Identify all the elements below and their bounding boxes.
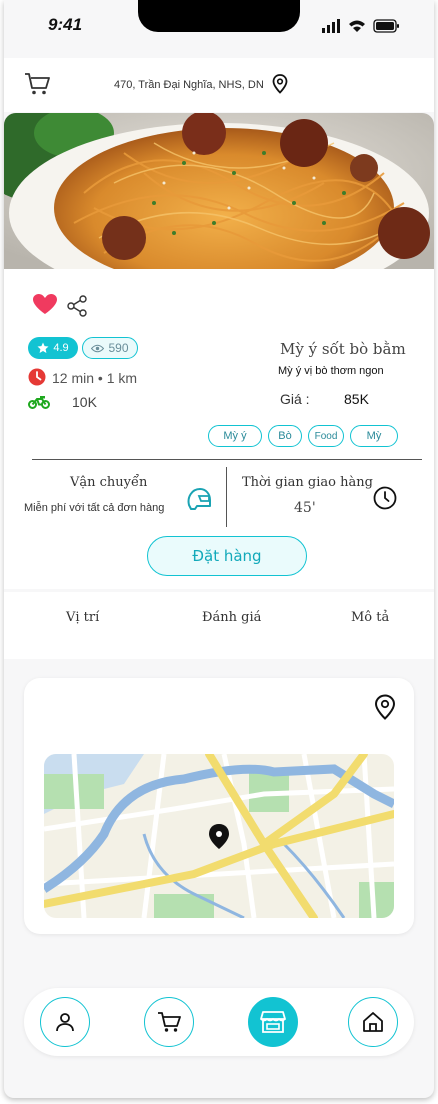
tag-chip[interactable]: Mỳ ý (208, 425, 262, 447)
nav-cart-button[interactable] (144, 997, 194, 1047)
user-icon (56, 1013, 74, 1032)
location-pin-icon[interactable] (374, 694, 396, 720)
views-count: 590 (108, 341, 129, 355)
star-icon (37, 342, 49, 353)
clock-icon (28, 368, 46, 386)
top-header: 470, Trần Đại Nghĩa, NHS, DN (4, 58, 434, 112)
cart-icon (158, 1012, 181, 1032)
shipping-fee: 10K (72, 394, 97, 410)
status-icons (322, 19, 399, 33)
order-button[interactable]: Đặt hàng (147, 536, 307, 576)
heart-icon[interactable] (32, 293, 58, 315)
home-icon (363, 1012, 383, 1032)
product-price: 85K (344, 391, 369, 407)
nav-home-button[interactable] (348, 997, 398, 1047)
product-description: Mỳ ý vị bò thơm ngon (278, 365, 384, 377)
product-name: Mỳ ý sốt bò bằm (280, 340, 406, 358)
rating-badge: 4.9 (28, 337, 78, 359)
street-map (44, 754, 394, 918)
phone-screen: 9:41 470, Trần Đại Nghĩa, NHS, DN 4.9 59… (4, 0, 434, 1098)
nav-profile-button[interactable] (40, 997, 90, 1047)
rating-value: 4.9 (53, 342, 69, 354)
tag-chip[interactable]: Food (308, 425, 344, 447)
nav-store-button[interactable] (248, 997, 298, 1047)
status-time: 9:41 (48, 15, 83, 34)
tag-chip[interactable]: Bò (268, 425, 302, 447)
product-info-panel: 4.9 590 12 min • 1 km 10K Mỳ ý sốt bò bằ… (4, 269, 434, 589)
location-pin-icon[interactable] (272, 74, 288, 94)
delivery-time-title: Thời gian giao hàng (242, 475, 373, 490)
bottom-nav (24, 988, 414, 1056)
cart-icon[interactable] (24, 72, 50, 96)
shipping-title: Vận chuyển (70, 475, 148, 490)
price-label: Giá : (280, 391, 310, 407)
product-image (4, 113, 434, 269)
tag-chip[interactable]: Mỳ (350, 425, 398, 447)
store-icon (260, 1011, 286, 1033)
location-card (24, 678, 414, 934)
delivery-address[interactable]: 470, Trần Đại Nghĩa, NHS, DN (114, 79, 264, 91)
clock-outline-icon (373, 486, 397, 510)
tag-list: Mỳ ý Bò Food Mỳ (208, 425, 398, 447)
helmet-icon (187, 488, 211, 510)
vertical-divider (226, 467, 227, 527)
tab-bar: Vị trí Đánh giá Mô tả (4, 592, 434, 659)
tab-reviews[interactable]: Đánh giá (202, 610, 261, 625)
divider (32, 459, 422, 460)
tab-location[interactable]: Vị trí (66, 610, 99, 625)
delivery-eta: 12 min • 1 km (52, 370, 138, 386)
shipping-subtitle: Miễn phí với tất cả đơn hàng (24, 502, 165, 514)
motorbike-icon (28, 396, 50, 409)
map-view[interactable] (44, 754, 394, 918)
delivery-time-value: 45' (294, 500, 316, 516)
views-badge: 590 (82, 337, 138, 359)
tab-description[interactable]: Mô tả (351, 610, 389, 625)
spaghetti-photo (4, 113, 434, 269)
status-bar: 9:41 (4, 0, 434, 52)
share-icon[interactable] (66, 295, 88, 317)
notch (138, 0, 300, 32)
eye-icon (91, 344, 105, 352)
